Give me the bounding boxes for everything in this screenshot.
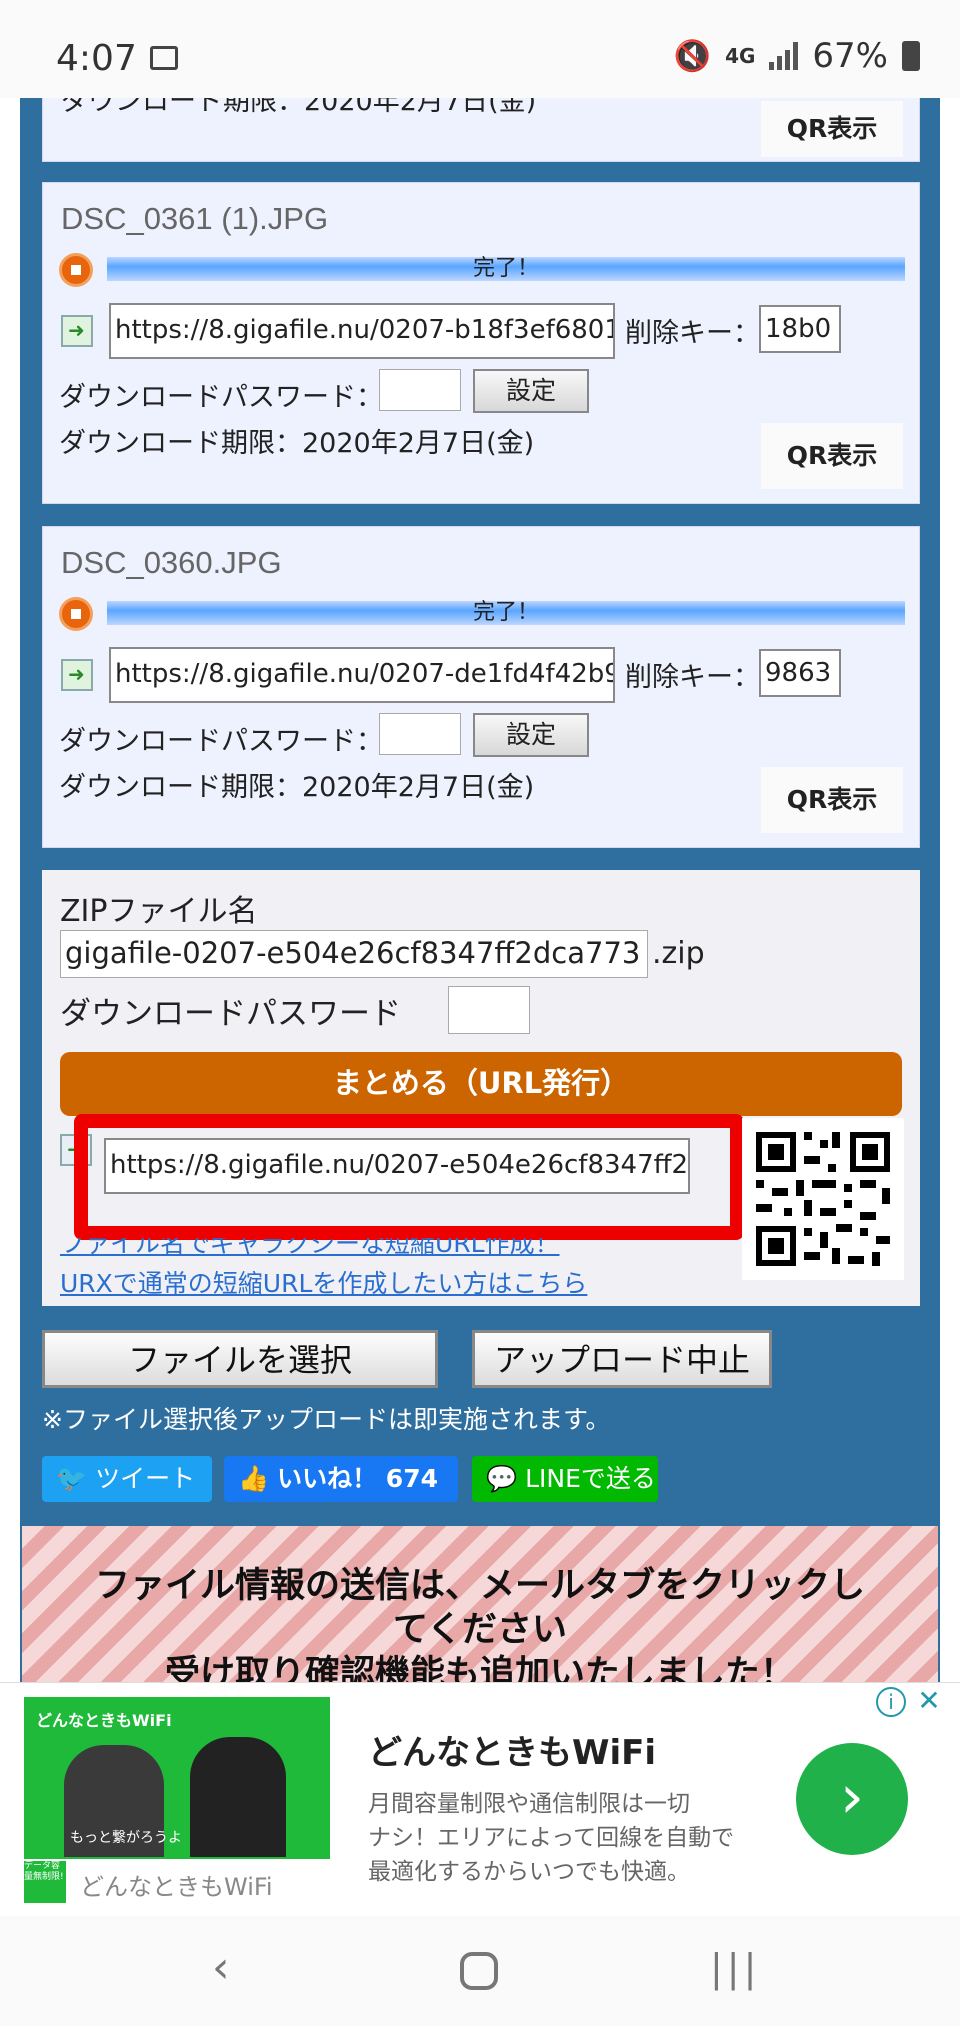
ad-close-icon[interactable]: ✕ xyxy=(914,1687,944,1717)
qr-code-image xyxy=(756,1132,890,1266)
download-url-field[interactable]: https://8.gigafile.nu/0207-b18f3ef68016 xyxy=(109,303,615,359)
qr-button[interactable]: QR表示 xyxy=(761,101,903,157)
download-limit: ダウンロード期限：2020年2月7日(金) xyxy=(59,772,535,803)
password-input[interactable] xyxy=(379,713,461,755)
signal-icon xyxy=(769,42,799,70)
zip-filename-input[interactable]: gigafile-0207-e504e26cf8347ff2dca773 xyxy=(60,930,648,978)
ad-description: 月間容量制限や通信制限は一切 ナシ！エリアによって回線を自動で 最適化するからい… xyxy=(368,1787,734,1889)
ad-desc-line: 月間容量制限や通信制限は一切 xyxy=(368,1791,690,1817)
ad-title[interactable]: どんなときもWiFi xyxy=(368,1725,656,1774)
network-type: 4G xyxy=(725,44,756,68)
ad-image[interactable]: どんなときもWiFi もっと繋がろうよ xyxy=(24,1697,330,1859)
zip-extension: .zip xyxy=(652,936,705,971)
line-icon: 💬 xyxy=(486,1464,518,1493)
home-icon[interactable] xyxy=(460,1952,498,1990)
back-icon[interactable]: ‹ xyxy=(212,1942,230,1993)
ad-logo: データ容量無制限! xyxy=(24,1861,66,1903)
password-input[interactable] xyxy=(379,369,461,411)
bundle-url-button[interactable]: まとめる（URL発行） xyxy=(60,1052,902,1116)
select-file-button[interactable]: ファイルを選択 xyxy=(42,1330,438,1388)
person-figure xyxy=(190,1737,286,1857)
download-url-field[interactable]: https://8.gigafile.nu/0207-de1fd4f42b97 xyxy=(109,647,615,703)
info-banner: ファイル情報の送信は、メールタブをクリックし てください 受け取り確認機能も追加… xyxy=(22,1526,938,1694)
progress-bar: 完了！ xyxy=(107,601,905,625)
line-share-button[interactable]: 💬 LINEで送る xyxy=(472,1456,658,1502)
stop-icon[interactable] xyxy=(59,253,93,287)
progress-bar: 完了！ xyxy=(107,257,905,281)
file-card: DSC_0360.JPG 完了！ https://8.gigafile.nu/0… xyxy=(42,526,920,848)
navigation-bar: ‹ ||| xyxy=(0,1916,960,2026)
line-label: LINEで送る xyxy=(525,1464,656,1493)
banner-line-1: ファイル情報の送信は、メールタブをクリックし xyxy=(94,1566,865,1606)
thumbs-up-icon: 👍 xyxy=(238,1464,270,1493)
password-label: ダウンロードパスワード： xyxy=(59,382,383,413)
qr-button[interactable]: QR表示 xyxy=(761,767,903,833)
advertisement[interactable]: どんなときもWiFi もっと繋がろうよ データ容量無制限! どんなときもWiFi… xyxy=(0,1682,960,1916)
password-label: ダウンロードパスワード： xyxy=(59,726,383,757)
web-page: ダウンロード期限：2020年2月7日(金) QR表示 DSC_0361 (1).… xyxy=(0,98,960,1916)
copy-link-icon[interactable] xyxy=(61,315,93,347)
tweet-button[interactable]: 🐦 ツイート xyxy=(42,1456,212,1502)
ad-image-brand: どんなときもWiFi xyxy=(36,1711,172,1730)
zip-password-label: ダウンロードパスワード xyxy=(60,996,401,1032)
file-card-partial: ダウンロード期限：2020年2月7日(金) QR表示 xyxy=(42,98,920,162)
upload-note: ※ファイル選択後アップロードは即実施されます。 xyxy=(42,1405,611,1434)
zip-url-field[interactable]: https://8.gigafile.nu/0207-e504e26cf8347… xyxy=(104,1138,690,1194)
recent-apps-icon[interactable]: ||| xyxy=(710,1946,760,1990)
file-card: DSC_0361 (1).JPG 完了！ https://8.gigafile.… xyxy=(42,182,920,504)
copy-link-icon[interactable] xyxy=(61,659,93,691)
ad-image-caption: もっと繋がろうよ xyxy=(70,1830,182,1846)
status-bar: 4:07 🔇 4G 67% xyxy=(0,0,960,98)
set-password-button[interactable]: 設定 xyxy=(473,369,589,413)
ad-desc-line: ナシ！エリアによって回線を自動で xyxy=(368,1825,735,1851)
download-limit: ダウンロード期限：2020年2月7日(金) xyxy=(61,98,537,117)
zip-password-input[interactable] xyxy=(448,986,530,1034)
zip-card: ZIPファイル名 gigafile-0207-e504e26cf8347ff2d… xyxy=(42,870,920,1306)
status-icons: 🔇 4G 67% xyxy=(674,36,920,76)
banner-line-2: てください xyxy=(393,1610,567,1650)
delete-key-field[interactable]: 9863 xyxy=(759,649,841,697)
urx-short-url-link[interactable]: URXで通常の短縮URLを作成したい方はこちら xyxy=(60,1264,587,1300)
file-name: DSC_0360.JPG xyxy=(61,545,282,580)
delete-key-label: 削除キー： xyxy=(625,662,760,693)
ad-desc-line: 最適化するからいつでも快適。 xyxy=(368,1859,690,1885)
ad-advertiser[interactable]: どんなときもWiFi xyxy=(80,1867,273,1902)
ad-arrow-button[interactable]: › xyxy=(796,1743,908,1855)
set-password-button[interactable]: 設定 xyxy=(473,713,589,757)
delete-key-field[interactable]: 18b0 xyxy=(759,305,841,353)
twitter-bird-icon: 🐦 xyxy=(56,1464,88,1493)
battery-icon xyxy=(902,41,920,71)
tweet-label: ツイート xyxy=(95,1464,196,1493)
mute-icon: 🔇 xyxy=(673,38,712,74)
battery-percent: 67% xyxy=(812,36,888,76)
like-button[interactable]: 👍 いいね！ 674 xyxy=(224,1456,458,1502)
like-label: いいね！ 674 xyxy=(277,1464,438,1493)
qr-button[interactable]: QR表示 xyxy=(761,423,903,489)
stop-icon[interactable] xyxy=(59,597,93,631)
download-limit: ダウンロード期限：2020年2月7日(金) xyxy=(59,428,535,459)
image-notification-icon xyxy=(150,46,178,70)
file-name: DSC_0361 (1).JPG xyxy=(61,201,329,236)
status-time: 4:07 xyxy=(56,38,137,79)
qr-code xyxy=(742,1118,904,1280)
stop-upload-button[interactable]: アップロード中止 xyxy=(472,1330,772,1388)
delete-key-label: 削除キー： xyxy=(625,318,760,349)
ad-info-icon[interactable]: i xyxy=(876,1687,906,1717)
zip-heading: ZIPファイル名 xyxy=(60,894,258,929)
